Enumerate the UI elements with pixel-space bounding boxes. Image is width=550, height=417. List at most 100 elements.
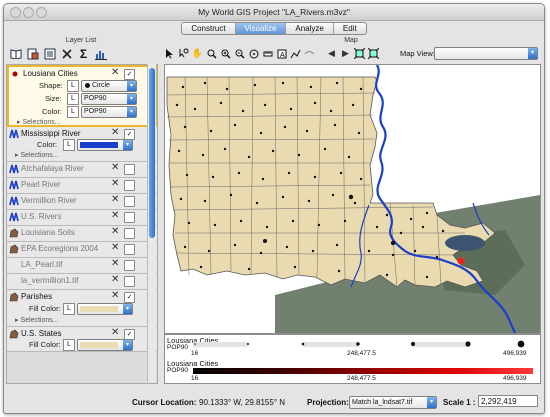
color-swatch-select[interactable]: ▾ bbox=[77, 139, 133, 151]
layer-visible-checkbox[interactable] bbox=[124, 164, 135, 175]
tab-analyze[interactable]: Analyze bbox=[286, 23, 334, 34]
layer-parishes[interactable]: Parishes ✕ ✓ Fill Color: L ▾ ▸ Selection… bbox=[7, 290, 157, 327]
tab-construct[interactable]: Construct bbox=[182, 23, 236, 34]
layer-visible-checkbox[interactable] bbox=[124, 228, 135, 239]
layer-vermillion-river[interactable]: Vermillion River ✕ bbox=[7, 194, 157, 210]
scale-input[interactable]: 2,292,419 bbox=[478, 395, 538, 407]
remove-layer-icon[interactable]: ✕ bbox=[111, 178, 119, 189]
remove-layer-icon[interactable]: ✕ bbox=[111, 210, 119, 221]
selections-link[interactable]: ▸ Selections... bbox=[17, 118, 61, 126]
layer-visible-checkbox[interactable]: ✓ bbox=[124, 69, 135, 80]
map-view-label: Map View: bbox=[400, 49, 435, 58]
layer-visible-checkbox[interactable] bbox=[124, 196, 135, 207]
layer-visible-checkbox[interactable] bbox=[124, 260, 135, 271]
label-icon[interactable]: A bbox=[276, 47, 287, 60]
remove-layer-icon[interactable]: ✕ bbox=[111, 242, 119, 253]
scrollbar-thumb[interactable] bbox=[149, 68, 155, 238]
svg-text:A: A bbox=[280, 52, 285, 59]
remove-layer-icon[interactable]: ✕ bbox=[111, 258, 119, 269]
layer-lousiana-cities[interactable]: Lousiana Cities ✕ ✓ Shape: L Circle ▾ Si… bbox=[7, 65, 157, 127]
size-select[interactable]: POP90 ▾ bbox=[81, 93, 137, 105]
graph-line-icon[interactable] bbox=[290, 47, 301, 60]
remove-layer-icon[interactable]: ✕ bbox=[111, 127, 119, 138]
layer-name: Pearl River bbox=[21, 180, 61, 189]
map-canvas[interactable] bbox=[164, 64, 541, 334]
zoom-out-icon[interactable] bbox=[234, 47, 245, 60]
remove-layer-icon[interactable]: ✕ bbox=[111, 162, 119, 173]
hand-pan-icon[interactable]: ✋ bbox=[192, 47, 203, 60]
remove-layer-icon[interactable]: ✕ bbox=[111, 67, 119, 78]
buffer-icon[interactable] bbox=[304, 47, 315, 60]
layer-atchafalaya-river[interactable]: Atchafalaya River ✕ bbox=[7, 162, 157, 178]
map-view-select[interactable]: ▾ bbox=[434, 47, 538, 60]
parishes-fill bbox=[166, 76, 496, 288]
zoom-in-icon[interactable] bbox=[220, 47, 231, 60]
measure-icon[interactable] bbox=[262, 47, 273, 60]
chart-icon[interactable] bbox=[94, 47, 107, 60]
add-data-icon[interactable] bbox=[26, 47, 39, 60]
delete-layer-icon[interactable] bbox=[60, 47, 73, 60]
shape-lock-button[interactable]: L bbox=[67, 80, 79, 92]
selections-link[interactable]: ▸ Selections... bbox=[15, 151, 59, 159]
projection-select[interactable]: Match la_lndsat7.tif ▾ bbox=[349, 396, 437, 409]
fill-lock-button[interactable]: L bbox=[63, 303, 75, 315]
minimize-window-icon[interactable] bbox=[23, 7, 34, 18]
layer-info-icon[interactable] bbox=[43, 47, 56, 60]
layer-epa-ecoregions[interactable]: EPA Ecoregions 2004 ✕ bbox=[7, 242, 157, 258]
layer-list: Lousiana Cities ✕ ✓ Shape: L Circle ▾ Si… bbox=[6, 64, 158, 384]
arrow-right-icon[interactable]: ▶ bbox=[340, 47, 351, 60]
selections-link[interactable]: ▸ Selections... bbox=[15, 316, 59, 324]
remove-layer-icon[interactable]: ✕ bbox=[111, 194, 119, 205]
mode-tab-bar: Construct Visualize Analyze Edit bbox=[4, 21, 544, 35]
zoom-layer-icon[interactable] bbox=[368, 47, 379, 60]
color-label: Color: bbox=[37, 140, 58, 149]
fill-color-select[interactable]: ▾ bbox=[77, 303, 133, 315]
layer-visible-checkbox[interactable] bbox=[124, 244, 135, 255]
layer-visible-checkbox[interactable] bbox=[124, 276, 135, 287]
color-ramp bbox=[193, 368, 533, 374]
layer-us-rivers[interactable]: U.S. Rivers ✕ bbox=[7, 210, 157, 226]
remove-layer-icon[interactable]: ✕ bbox=[111, 290, 119, 301]
sum-icon[interactable]: Σ bbox=[77, 47, 90, 61]
zoom-window-icon[interactable] bbox=[36, 7, 47, 18]
layer-louisiana-soils[interactable]: Louisiana Soils ✕ bbox=[7, 226, 157, 242]
map-legend: Lousiana Cities POP90 16 248,477.5 496,9… bbox=[164, 334, 541, 384]
chevron-down-icon: ▾ bbox=[123, 340, 132, 350]
center-icon[interactable] bbox=[248, 47, 259, 60]
zoom-extent-icon[interactable] bbox=[354, 47, 365, 60]
layer-name: Louisiana Soils bbox=[21, 228, 75, 237]
remove-layer-icon[interactable]: ✕ bbox=[111, 274, 119, 285]
layer-mississippi-river[interactable]: Mississippi River ✕ ✓ Color: L ▾ ▸ Selec… bbox=[7, 127, 157, 162]
remove-layer-icon[interactable]: ✕ bbox=[111, 226, 119, 237]
close-window-icon[interactable] bbox=[10, 7, 21, 18]
color-lock-button[interactable]: L bbox=[67, 106, 79, 118]
color-lock-button[interactable]: L bbox=[63, 139, 75, 151]
tab-edit[interactable]: Edit bbox=[334, 23, 366, 34]
fill-color-select[interactable]: ▾ bbox=[77, 339, 133, 351]
open-book-icon[interactable] bbox=[9, 47, 22, 60]
shape-select[interactable]: Circle ▾ bbox=[81, 80, 137, 92]
fill-lock-button[interactable]: L bbox=[63, 339, 75, 351]
layer-visible-checkbox[interactable] bbox=[124, 212, 135, 223]
size-legend-min: 16 bbox=[191, 350, 199, 357]
layer-pearl-river[interactable]: Pearl River ✕ bbox=[7, 178, 157, 194]
tab-visualize[interactable]: Visualize bbox=[235, 23, 287, 34]
size-lock-button[interactable]: L bbox=[67, 93, 79, 105]
size-value: POP90 bbox=[84, 95, 107, 102]
layer-list-scrollbar[interactable] bbox=[147, 64, 156, 382]
arrow-pointer-icon[interactable] bbox=[164, 47, 175, 60]
layer-list-header: Layer List bbox=[65, 37, 97, 44]
identify-icon[interactable] bbox=[178, 47, 189, 60]
layer-visible-checkbox[interactable]: ✓ bbox=[124, 292, 135, 303]
remove-layer-icon[interactable]: ✕ bbox=[111, 327, 119, 338]
arrow-left-icon[interactable]: ◀ bbox=[326, 47, 337, 60]
color-select[interactable]: POP90 ▾ bbox=[81, 106, 137, 118]
layer-la-vermillion1-tif[interactable]: la_vermillion1.tif ✕ bbox=[7, 274, 157, 290]
size-legend-max: 496,939 bbox=[503, 350, 527, 357]
find-icon[interactable] bbox=[206, 47, 217, 60]
layer-us-states[interactable]: U.S. States ✕ ✓ Fill Color: L ▾ bbox=[7, 327, 157, 352]
layer-la-pearl-tif[interactable]: LA_Pearl.tif ✕ bbox=[7, 258, 157, 274]
polygon-layer-icon bbox=[9, 329, 19, 339]
layer-visible-checkbox[interactable] bbox=[124, 180, 135, 191]
point-layer-icon bbox=[12, 70, 21, 79]
